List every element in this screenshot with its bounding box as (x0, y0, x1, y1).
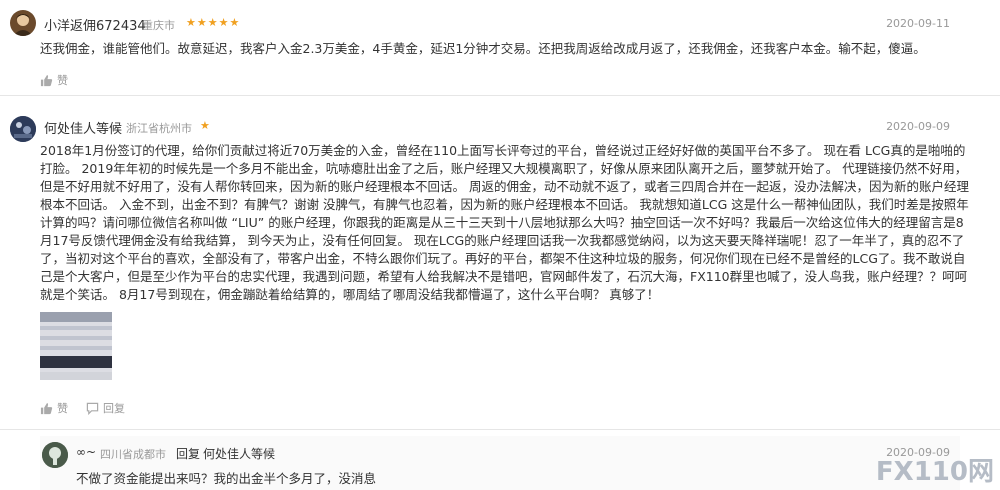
reviewer-location: 重庆市 (142, 19, 175, 32)
rating-stars: ★ (200, 119, 211, 132)
reviewer-name[interactable]: 何处佳人等候 (44, 118, 122, 137)
like-label: 赞 (57, 402, 68, 415)
reply-target-user[interactable]: 何处佳人等候 (203, 445, 275, 462)
like-label: 赞 (57, 74, 68, 87)
avatar[interactable] (10, 116, 36, 142)
avatar[interactable] (10, 10, 36, 36)
review-item: 小洋返佣672434 重庆市 ★★★★★ 2020-09-11 还我佣金，谁能管… (0, 0, 1000, 96)
reply-content: 不做了资金能提出来吗？我的出金半个多月了，没消息 (76, 471, 377, 486)
review-date: 2020-09-11 (886, 17, 950, 30)
review-item: 何处佳人等候 浙江省杭州市 ★ 2020-09-09 2018年1月份签订的代理… (0, 104, 1000, 430)
thumbs-up-icon (40, 402, 53, 414)
reviewer-location: 浙江省杭州市 (126, 122, 192, 135)
review-actions: 赞 回复 (40, 400, 125, 416)
avatar[interactable] (42, 442, 68, 468)
reply-item: ∞~ 四川省成都市 回复 何处佳人等候 2020-09-09 不做了资金能提出来… (40, 436, 960, 490)
reply-user-location: 四川省成都市 (100, 448, 166, 461)
review-image-thumbnail[interactable] (40, 312, 112, 380)
reply-user-name[interactable]: ∞~ (76, 445, 96, 459)
reviewer-name[interactable]: 小洋返佣672434 (44, 15, 146, 34)
review-actions: 赞 (40, 72, 68, 88)
rating-stars: ★★★★★ (186, 16, 241, 29)
reply-label: 回复 (103, 402, 125, 415)
review-content: 还我佣金，谁能管他们。故意延迟，我客户入金2.3万美金，4手黄金，延迟1分钟才交… (40, 41, 926, 56)
like-button[interactable]: 赞 (40, 400, 68, 416)
reply-keyword: 回复 (176, 447, 201, 461)
review-content: 2018年1月份签订的代理，给你们贡献过将近70万美金的入金，曾经在110上面写… (40, 143, 969, 302)
reply-button[interactable]: 回复 (86, 400, 125, 416)
comment-icon (86, 402, 99, 415)
like-button[interactable]: 赞 (40, 72, 68, 88)
review-date: 2020-09-09 (886, 120, 950, 133)
watermark-logo: FX110网 (875, 457, 994, 487)
thumbs-up-icon (40, 74, 53, 86)
